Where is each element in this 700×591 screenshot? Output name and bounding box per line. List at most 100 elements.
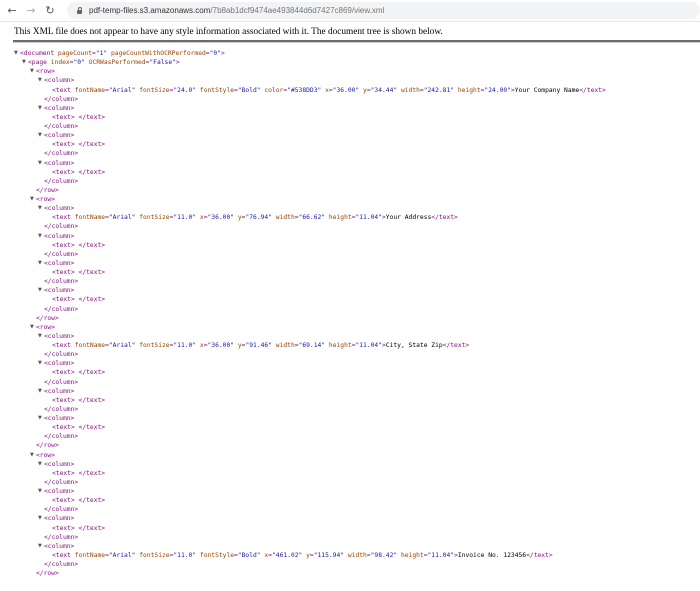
xml-attr-value: "11.04" xyxy=(427,551,455,559)
xml-tag: </text> xyxy=(78,369,106,377)
collapse-triangle-icon[interactable]: ▼ xyxy=(38,387,44,396)
xml-tree-line: <text> </text> xyxy=(0,295,700,304)
xml-tree-line: <text> </text> xyxy=(0,396,700,405)
xml-tree-line: ▼ <document pageCount="1" pageCountWithOC… xyxy=(0,49,700,58)
xml-attr-name: fontSize xyxy=(139,214,170,222)
xml-tree-line: </row> xyxy=(0,314,700,323)
collapse-triangle-icon[interactable]: ▼ xyxy=(38,159,44,168)
xml-tree-line: </column> xyxy=(0,405,700,414)
collapse-triangle-icon[interactable]: ▼ xyxy=(38,286,44,295)
xml-tree-line: ▼ <column> xyxy=(0,259,700,268)
collapse-triangle-icon[interactable]: ▼ xyxy=(14,49,20,58)
reload-icon[interactable]: ↻ xyxy=(43,4,57,18)
xml-attr-value: "Bold" xyxy=(237,551,261,559)
xml-tree-line: ▼ <column> xyxy=(0,542,700,551)
xml-attr-name: fontStyle xyxy=(199,551,235,559)
forward-arrow-icon[interactable]: → xyxy=(24,4,38,18)
xml-tree-line: </column> xyxy=(0,122,700,131)
xml-tree-line: </column> xyxy=(0,533,700,542)
xml-tag: </text> xyxy=(78,113,106,121)
xml-tree-line: ▼ <column> xyxy=(0,104,700,113)
xml-tag: <column> xyxy=(44,205,75,213)
xml-tag: </text> xyxy=(442,342,470,349)
collapse-triangle-icon[interactable]: ▼ xyxy=(38,460,44,469)
xml-tree-line: ▼ <column> xyxy=(0,359,700,368)
xml-attr-name: width xyxy=(275,342,295,349)
collapse-triangle-icon[interactable]: ▼ xyxy=(38,232,44,241)
xml-tag: <text> xyxy=(52,424,75,432)
xml-tag: <column> xyxy=(44,415,75,422)
xml-tree-line: <text fontName="Arial" fontSize="11.0" x… xyxy=(0,341,700,350)
xml-attr-name: fontSize xyxy=(139,342,170,349)
collapse-triangle-icon[interactable]: ▼ xyxy=(30,323,36,332)
xml-tag: <column> xyxy=(44,515,75,523)
collapse-triangle-icon[interactable]: ▼ xyxy=(38,104,44,113)
xml-tag: </column> xyxy=(44,561,79,568)
xml-attr-value: "Bold" xyxy=(237,86,261,94)
xml-attr-value: "11.0" xyxy=(173,342,197,349)
collapse-triangle-icon[interactable]: ▼ xyxy=(30,67,36,76)
xml-attr-value: "Arial" xyxy=(108,86,136,94)
xml-tree-line: ▼ <page index="0" OCRWasPerformed="False"… xyxy=(0,58,700,67)
xml-tree-line: </column> xyxy=(0,250,700,259)
xml-tag: </text> xyxy=(78,396,106,404)
xml-tag: <column> xyxy=(44,460,75,468)
xml-tree-line: </column> xyxy=(0,149,700,158)
xml-attr-name: index xyxy=(50,59,70,67)
collapse-triangle-icon[interactable]: ▼ xyxy=(30,195,36,204)
collapse-triangle-icon[interactable]: ▼ xyxy=(38,414,44,423)
lock-icon[interactable] xyxy=(77,6,82,14)
xml-tag: </text> xyxy=(431,214,458,222)
xml-tree-line: <text> </text> xyxy=(0,423,700,432)
xml-attr-value: "91.46" xyxy=(245,342,272,349)
xml-tag: <text> xyxy=(52,113,75,121)
collapse-triangle-icon[interactable]: ▼ xyxy=(38,359,44,368)
xml-tree-line: </column> xyxy=(0,378,700,387)
collapse-triangle-icon[interactable]: ▼ xyxy=(38,542,44,551)
xml-tag: </text> xyxy=(78,469,106,477)
xml-attr-value: "1" xyxy=(95,50,108,57)
xml-tag: <text> xyxy=(52,241,75,249)
xml-tag: <row> xyxy=(36,68,55,76)
collapse-triangle-icon[interactable]: ▼ xyxy=(38,487,44,496)
xml-tag: <column> xyxy=(44,287,75,295)
collapse-triangle-icon[interactable]: ▼ xyxy=(30,451,36,460)
xml-tag: </row> xyxy=(36,314,59,322)
xml-tag: <text> xyxy=(52,497,75,505)
collapse-triangle-icon[interactable]: ▼ xyxy=(38,204,44,213)
collapse-triangle-icon[interactable]: ▼ xyxy=(38,76,44,85)
xml-attr-value: "36.00" xyxy=(332,86,360,94)
xml-text-content: City, State Zip xyxy=(385,342,443,349)
xml-tag: <text xyxy=(52,342,75,349)
xml-tag: </column> xyxy=(44,150,79,158)
xml-attr-name: fontSize xyxy=(139,86,170,94)
xml-attr-name: height xyxy=(400,551,424,559)
collapse-triangle-icon[interactable]: ▼ xyxy=(38,131,44,140)
xml-attr-name: height xyxy=(328,214,352,222)
xml-tree-line: ▼ <column> xyxy=(0,286,700,295)
xml-tag: <row> xyxy=(36,196,55,203)
xml-tag: <text> xyxy=(52,168,75,176)
xml-tree-line: ▼ <column> xyxy=(0,131,700,140)
xml-tree-line: <text> </text> xyxy=(0,268,700,277)
collapse-triangle-icon[interactable]: ▼ xyxy=(38,332,44,341)
back-arrow-icon[interactable]: ← xyxy=(5,4,19,18)
xml-tag: </text> xyxy=(579,86,606,94)
xml-attr-value: "11.04" xyxy=(355,214,382,222)
collapse-triangle-icon[interactable]: ▼ xyxy=(38,259,44,268)
xml-tag: > xyxy=(220,50,225,57)
collapse-triangle-icon[interactable]: ▼ xyxy=(22,58,28,67)
xml-attr-name: fontName xyxy=(74,86,106,94)
xml-attr-name: pageCount xyxy=(57,50,93,57)
xml-tree-line: <text> </text> xyxy=(0,113,700,122)
xml-tree-line: </column> xyxy=(0,277,700,286)
xml-attr-value: "Arial" xyxy=(108,214,136,222)
url-host: pdf-temp-files.s3.amazonaws.com xyxy=(89,6,211,15)
xml-tree-line: <text> </text> xyxy=(0,368,700,377)
address-bar[interactable]: pdf-temp-files.s3.amazonaws.com/7b8ab1dc… xyxy=(67,2,700,19)
xml-tag: </column> xyxy=(44,351,79,359)
xml-tree-line: <text> </text> xyxy=(0,496,700,505)
collapse-triangle-icon[interactable]: ▼ xyxy=(38,514,44,523)
xml-attr-name: fontName xyxy=(74,214,106,222)
xml-tree-line: </column> xyxy=(0,95,700,104)
